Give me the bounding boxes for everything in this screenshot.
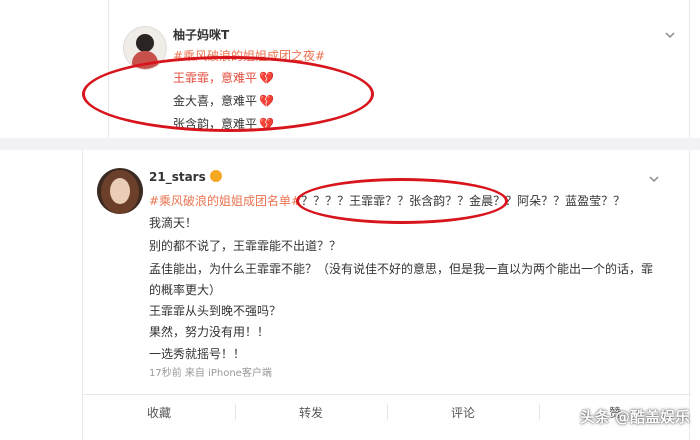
post-line: 王霏霏从头到晚不强吗？: [149, 304, 282, 318]
chevron-down-icon[interactable]: [647, 172, 661, 186]
vip-badge-icon: [209, 170, 222, 182]
post-line: 的概率更大）: [149, 283, 222, 297]
chevron-down-icon[interactable]: [663, 28, 677, 42]
topic-link[interactable]: #乘风破浪的姐姐成团名单#: [149, 194, 301, 208]
annotation-oval: [82, 56, 374, 132]
repost-button[interactable]: 转发: [235, 395, 387, 429]
username[interactable]: 21_stars: [149, 170, 222, 184]
right-background: [690, 0, 700, 440]
post-separator: [0, 138, 700, 150]
post-meta: 17秒前 来自 iPhone客户端: [149, 368, 272, 379]
favorite-button[interactable]: 收藏: [83, 395, 235, 429]
avatar[interactable]: [97, 168, 143, 214]
username[interactable]: 柚子妈咪T: [173, 26, 229, 43]
post-line: 果然，努力没有用！！: [149, 325, 270, 339]
post-line: 我滴天！: [149, 216, 198, 230]
annotation-oval: [296, 178, 508, 224]
post-line: 孟佳能出，为什么王霏霏不能？（没有说佳不好的意思，但是我一直以为两个能出一个的话…: [149, 262, 654, 276]
watermark: 头条 @酷盖娱乐: [579, 408, 690, 426]
post-line: 一选秀就摇号！！: [149, 347, 246, 361]
post-line: 别的都不说了，王霏霏能不出道？？: [149, 239, 342, 253]
comment-button[interactable]: 评论: [387, 395, 539, 429]
